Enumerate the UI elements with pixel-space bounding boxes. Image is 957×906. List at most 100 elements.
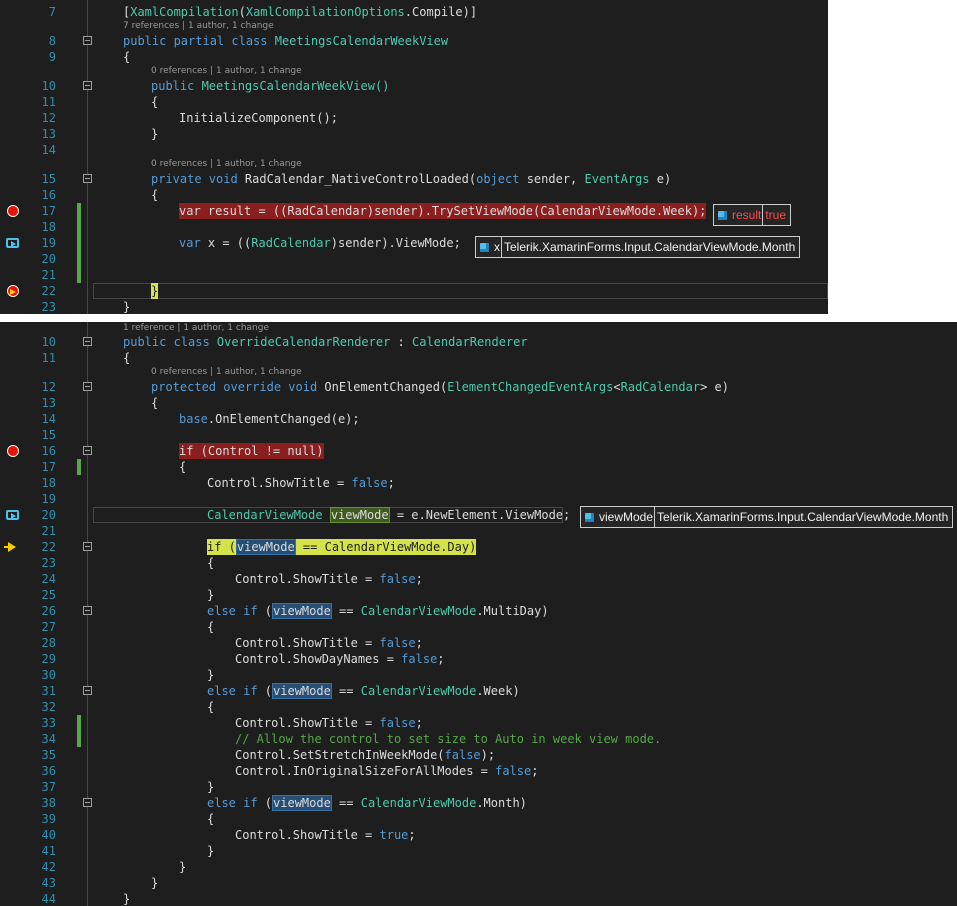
code-line-38[interactable]: 38 else if (viewMode == CalendarViewMode… xyxy=(0,795,957,811)
code-line-11[interactable]: 11 { xyxy=(0,94,828,110)
code-line-11[interactable]: 11 { xyxy=(0,350,957,366)
code-text[interactable]: public MeetingsCalendarWeekView() xyxy=(151,78,389,94)
code-line-15[interactable]: 15 xyxy=(0,427,957,443)
code-line-13[interactable]: 13 { xyxy=(0,395,957,411)
code-text[interactable]: { xyxy=(207,811,214,827)
code-text[interactable]: if (Control != null) xyxy=(179,443,324,459)
code-text[interactable]: Control.ShowTitle = false; xyxy=(235,635,423,651)
code-text[interactable]: } xyxy=(207,587,214,603)
code-editor-bottom[interactable]: 1 reference | 1 author, 1 change 10 publ… xyxy=(0,322,957,906)
code-text[interactable]: { xyxy=(123,350,130,366)
code-line-16[interactable]: 16 if (Control != null) xyxy=(0,443,957,459)
code-text[interactable]: else if (viewMode == CalendarViewMode.Mo… xyxy=(207,795,527,811)
code-text[interactable]: Control.ShowTitle = false; xyxy=(235,571,423,587)
code-text[interactable]: } xyxy=(151,875,158,891)
code-text[interactable]: } xyxy=(151,126,158,142)
code-text[interactable]: { xyxy=(151,395,158,411)
code-text[interactable]: Control.SetStretchInWeekMode(false); xyxy=(235,747,495,763)
code-line-18[interactable]: 18 Control.ShowTitle = false; xyxy=(0,475,957,491)
code-text[interactable]: public partial class MeetingsCalendarWee… xyxy=(123,33,448,49)
code-line-21[interactable]: 21 xyxy=(0,267,828,283)
code-line-16[interactable]: 16 { xyxy=(0,187,828,203)
code-line-35[interactable]: 35 Control.SetStretchInWeekMode(false); xyxy=(0,747,957,763)
code-line-17[interactable]: 17 { xyxy=(0,459,957,475)
code-text[interactable]: } xyxy=(151,283,159,299)
collapse-icon[interactable] xyxy=(83,382,92,391)
code-text[interactable]: if (viewMode == CalendarViewMode.Day) xyxy=(207,539,477,555)
collapse-icon[interactable] xyxy=(83,174,92,183)
code-text[interactable]: { xyxy=(179,459,186,475)
datatip-result[interactable]: result true xyxy=(713,204,792,226)
code-line-18[interactable]: 18 xyxy=(0,219,828,235)
code-line-23[interactable]: 23 { xyxy=(0,555,957,571)
code-text[interactable]: Control.InOriginalSizeForAllModes = fals… xyxy=(235,763,538,779)
collapse-icon[interactable] xyxy=(83,36,92,45)
codelens-row[interactable]: 0 references | 1 author, 1 change xyxy=(0,366,957,379)
code-text[interactable]: else if (viewMode == CalendarViewMode.Mu… xyxy=(207,603,549,619)
code-line-41[interactable]: 41 } xyxy=(0,843,957,859)
code-text[interactable]: } xyxy=(123,891,130,906)
code-line-23[interactable]: 23 } xyxy=(0,299,828,314)
code-text[interactable]: var result = ((RadCalendar)sender).TrySe… xyxy=(179,203,707,219)
code-text[interactable]: } xyxy=(179,859,186,875)
code-line-28[interactable]: 28 Control.ShowTitle = false; xyxy=(0,635,957,651)
code-text[interactable]: Control.ShowDayNames = false; xyxy=(235,651,445,667)
collapse-icon[interactable] xyxy=(83,337,92,346)
code-text[interactable]: public class OverrideCalendarRenderer : … xyxy=(123,334,528,350)
code-text[interactable]: protected override void OnElementChanged… xyxy=(151,379,729,395)
code-line-40[interactable]: 40 Control.ShowTitle = true; xyxy=(0,827,957,843)
code-line-22[interactable]: 22 } xyxy=(0,283,828,299)
code-line-24[interactable]: 24 Control.ShowTitle = false; xyxy=(0,571,957,587)
code-line-13[interactable]: 13 } xyxy=(0,126,828,142)
code-text[interactable]: } xyxy=(207,667,214,683)
code-line-15[interactable]: 15 private void RadCalendar_NativeContro… xyxy=(0,171,828,187)
codelens-text[interactable]: 0 references | 1 author, 1 change xyxy=(151,366,302,379)
next-statement-arrow-icon[interactable] xyxy=(4,542,16,552)
code-line-33[interactable]: 33 Control.ShowTitle = false; xyxy=(0,715,957,731)
code-line-42[interactable]: 42 } xyxy=(0,859,957,875)
collapse-icon[interactable] xyxy=(83,446,92,455)
codelens-text[interactable]: 0 references | 1 author, 1 change xyxy=(151,65,302,78)
code-text[interactable]: { xyxy=(207,699,214,715)
code-text[interactable]: [XamlCompilation(XamlCompilationOptions.… xyxy=(123,4,477,20)
code-text[interactable]: } xyxy=(207,779,214,795)
code-line-10[interactable]: 10 public MeetingsCalendarWeekView() xyxy=(0,78,828,94)
code-text[interactable]: var x = ((RadCalendar)sender).ViewMode; xyxy=(179,235,461,251)
collapse-icon[interactable] xyxy=(83,542,92,551)
code-text[interactable]: { xyxy=(151,187,158,203)
codelens-text[interactable]: 0 references | 1 author, 1 change xyxy=(151,158,302,171)
code-text[interactable]: Control.ShowTitle = false; xyxy=(207,475,395,491)
code-line-27[interactable]: 27 { xyxy=(0,619,957,635)
code-line-44[interactable]: 44 } xyxy=(0,891,957,906)
datatip-value[interactable]: true xyxy=(765,208,786,222)
codelens-row[interactable]: 0 references | 1 author, 1 change xyxy=(0,158,828,171)
code-text[interactable]: { xyxy=(207,555,214,571)
code-line-10[interactable]: 10 public class OverrideCalendarRenderer… xyxy=(0,334,957,350)
code-text[interactable]: { xyxy=(207,619,214,635)
code-comment[interactable]: // Allow the control to set size to Auto… xyxy=(235,731,661,747)
datatip-value[interactable]: Telerik.XamarinForms.Input.CalendarViewM… xyxy=(657,510,948,524)
code-line-8[interactable]: 8 public partial class MeetingsCalendarW… xyxy=(0,33,828,49)
code-line-30[interactable]: 30 } xyxy=(0,667,957,683)
code-line-31[interactable]: 31 else if (viewMode == CalendarViewMode… xyxy=(0,683,957,699)
code-line-9[interactable]: 9 { xyxy=(0,49,828,65)
codelens-text[interactable]: 7 references | 1 author, 1 change xyxy=(123,20,274,33)
code-text[interactable]: CalendarViewMode viewMode = e.NewElement… xyxy=(207,507,570,523)
collapse-icon[interactable] xyxy=(83,686,92,695)
code-text[interactable]: else if (viewMode == CalendarViewMode.We… xyxy=(207,683,520,699)
collapse-icon[interactable] xyxy=(83,798,92,807)
code-line-32[interactable]: 32 { xyxy=(0,699,957,715)
code-line-29[interactable]: 29 Control.ShowDayNames = false; xyxy=(0,651,957,667)
code-text[interactable]: InitializeComponent(); xyxy=(179,110,338,126)
code-line-37[interactable]: 37 } xyxy=(0,779,957,795)
datatip-x[interactable]: x Telerik.XamarinForms.Input.CalendarView… xyxy=(475,236,801,258)
code-line-34[interactable]: 34 // Allow the control to set size to A… xyxy=(0,731,957,747)
code-line-19[interactable]: 19 xyxy=(0,491,957,507)
code-line-12[interactable]: 12 protected override void OnElementChan… xyxy=(0,379,957,395)
code-line-26[interactable]: 26 else if (viewMode == CalendarViewMode… xyxy=(0,603,957,619)
code-line-25[interactable]: 25 } xyxy=(0,587,957,603)
code-text[interactable]: { xyxy=(151,94,158,110)
code-line-39[interactable]: 39 { xyxy=(0,811,957,827)
code-text[interactable]: { xyxy=(123,49,130,65)
code-line-43[interactable]: 43 } xyxy=(0,875,957,891)
